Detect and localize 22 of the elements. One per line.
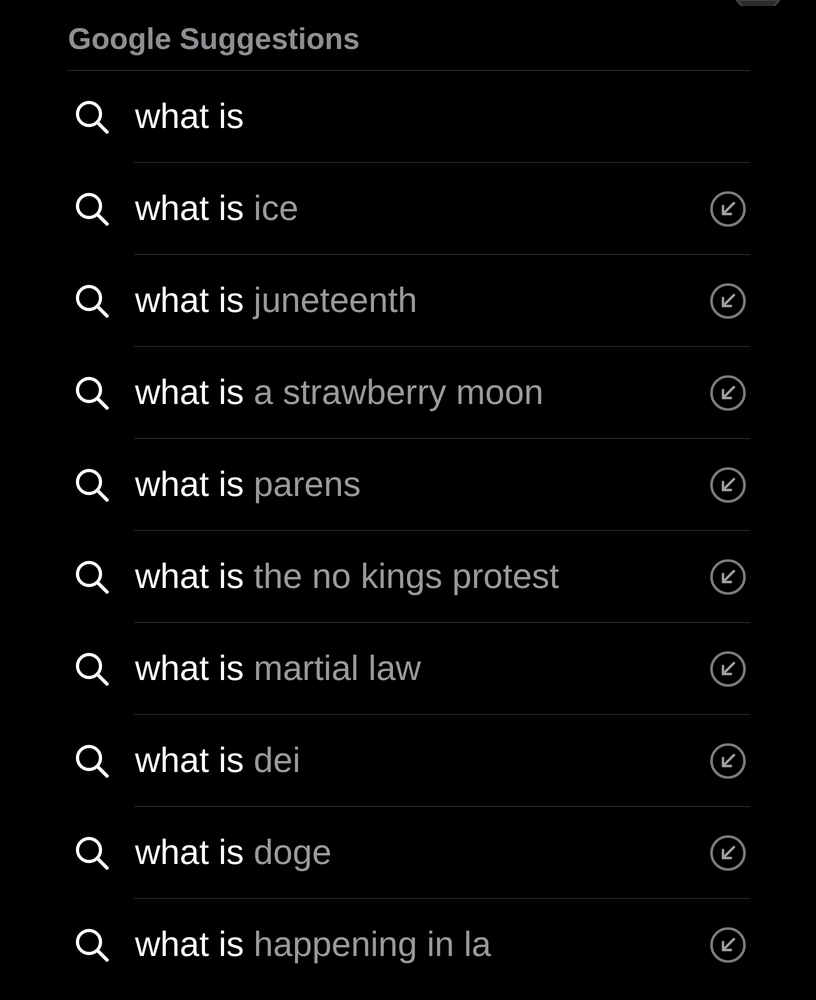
suggestion-text[interactable]: what is juneteenth [134,280,418,322]
suggestion-text[interactable]: what is dei [134,740,300,782]
search-icon [75,468,109,502]
suggestion-text[interactable]: what is martial law [134,648,421,690]
suggestion-text[interactable]: what is the no kings protest [134,556,560,598]
search-icon [75,836,109,870]
suggestion-text[interactable]: what is ice [134,188,298,230]
suggestion-text[interactable]: what is parens [134,464,361,506]
round-button-edge-drawing [736,0,780,6]
search-icon [75,928,109,962]
search-icon [75,100,109,134]
section-title: Google Suggestions [67,22,360,58]
search-icon [75,192,109,226]
search-icon [75,560,109,594]
search-icon [75,744,109,778]
search-icon [75,652,109,686]
suggestion-text[interactable]: what is doge [134,832,332,874]
search-icon [75,376,109,410]
suggestion-text[interactable]: what is happening in la [134,924,492,966]
suggestion-text[interactable]: what is [134,96,244,138]
search-icon [75,284,109,318]
suggestion-text[interactable]: what is a strawberry moon [134,372,544,414]
